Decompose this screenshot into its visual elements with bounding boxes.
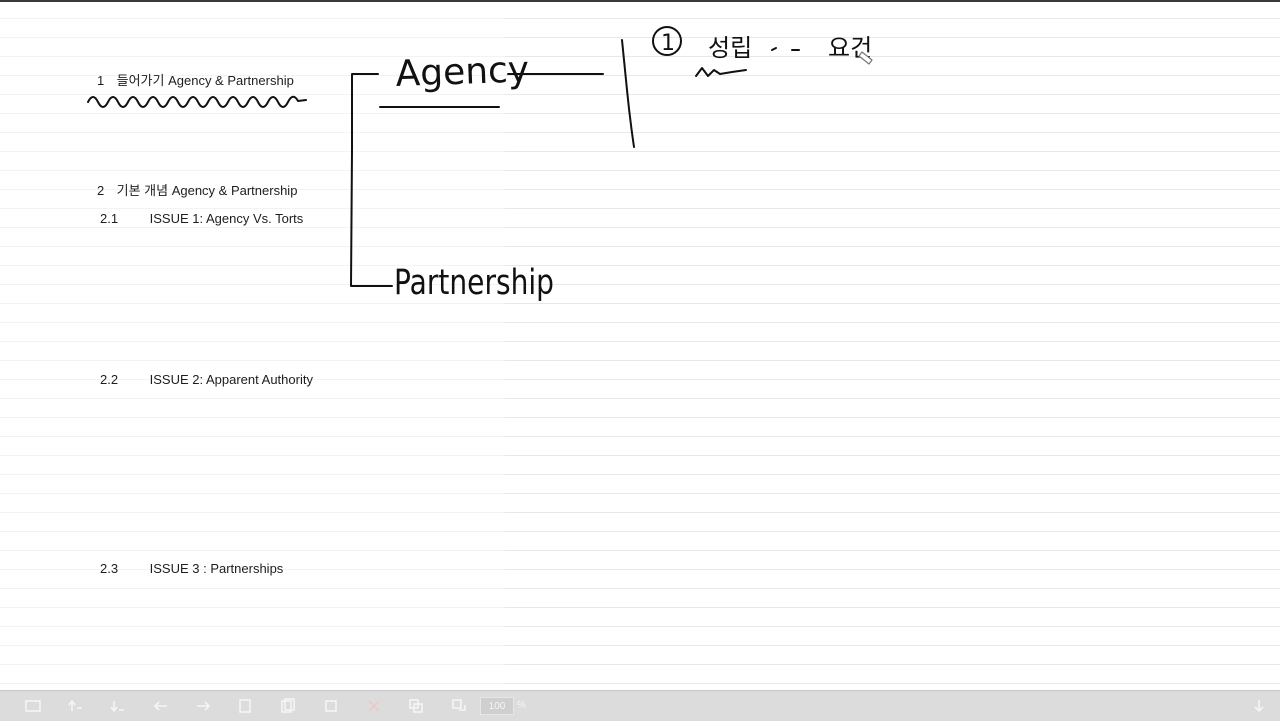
outline-section-2[interactable]: 2 기본 개념 Agency & Partnership bbox=[97, 180, 297, 199]
note-page-ruled bbox=[505, 0, 1280, 690]
issue-number: 2.1 bbox=[100, 211, 119, 226]
undo-button[interactable] bbox=[150, 696, 172, 716]
redo-icon bbox=[197, 701, 211, 711]
move-down-icon bbox=[110, 701, 124, 713]
fit-page-icon bbox=[25, 700, 41, 712]
issue-title: ISSUE 3 : Partnerships bbox=[149, 561, 284, 576]
section-number: 2 bbox=[97, 183, 105, 198]
page-button[interactable] bbox=[234, 696, 256, 716]
section-title: 들어가기 Agency & Partnership bbox=[116, 73, 294, 88]
scroll-down-icon bbox=[1254, 700, 1264, 713]
issue-title: ISSUE 1: Agency Vs. Torts bbox=[149, 211, 304, 226]
outline-issue-3[interactable]: 2.3 ISSUE 3 : Partnerships bbox=[100, 561, 283, 576]
zoom-value: 100 bbox=[488, 700, 506, 712]
outline-issue-2[interactable]: 2.2 ISSUE 2: Apparent Authority bbox=[100, 372, 313, 387]
select-button[interactable] bbox=[320, 696, 342, 716]
delete-button[interactable] bbox=[363, 696, 385, 716]
issue-number: 2.3 bbox=[100, 561, 119, 576]
move-up-button[interactable] bbox=[64, 696, 86, 716]
bottom-toolbar: 100 % bbox=[0, 690, 1280, 721]
select-icon bbox=[325, 700, 337, 712]
issue-title: ISSUE 2: Apparent Authority bbox=[149, 372, 313, 387]
page-double-icon bbox=[281, 698, 295, 713]
issue-number: 2.2 bbox=[100, 372, 119, 387]
scroll-down-button[interactable] bbox=[1248, 696, 1270, 716]
copy-icon bbox=[409, 699, 423, 713]
move-up-icon bbox=[68, 699, 82, 711]
section-number: 1 bbox=[97, 73, 105, 88]
zoom-input[interactable]: 100 bbox=[480, 697, 514, 715]
fit-page-button[interactable] bbox=[22, 696, 44, 716]
move-down-button[interactable] bbox=[106, 696, 128, 716]
window-top-border bbox=[0, 0, 1280, 2]
copy-button[interactable] bbox=[405, 696, 427, 716]
outline-issue-1[interactable]: 2.1 ISSUE 1: Agency Vs. Torts bbox=[100, 211, 303, 226]
note-page-left bbox=[0, 0, 505, 690]
delete-icon bbox=[368, 700, 380, 712]
page-double-button[interactable] bbox=[277, 696, 299, 716]
paste-icon bbox=[452, 699, 466, 711]
redo-button[interactable] bbox=[192, 696, 214, 716]
paste-button[interactable] bbox=[448, 696, 470, 716]
outline-section-1[interactable]: 1 들어가기 Agency & Partnership bbox=[97, 70, 294, 89]
zoom-unit: % bbox=[517, 700, 526, 711]
undo-icon bbox=[153, 701, 167, 711]
page-icon bbox=[239, 699, 251, 713]
section-title: 기본 개념 Agency & Partnership bbox=[116, 183, 298, 198]
